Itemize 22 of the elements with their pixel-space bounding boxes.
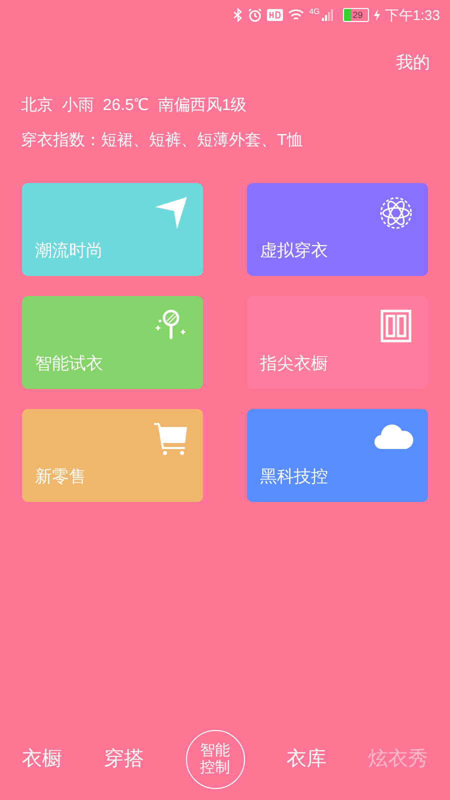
tile-label: 智能试衣 (35, 353, 103, 375)
tile-label: 潮流时尚 (35, 240, 103, 262)
weather-text: 北京 小雨 26.5℃ 南偏西风1级 (21, 96, 248, 116)
nav-tab[interactable]: 衣橱 (22, 744, 62, 774)
feature-tile[interactable]: 智能试衣 (22, 296, 203, 388)
feature-tile[interactable]: 虚拟穿衣 (247, 182, 428, 276)
battery-level: 29 (352, 10, 363, 20)
profile-link[interactable]: 我的 (396, 50, 430, 76)
tile-label: 指尖衣橱 (260, 353, 328, 375)
tile-label: 虚拟穿衣 (260, 240, 328, 262)
feature-tile[interactable]: 潮流时尚 (22, 182, 203, 276)
tile-label: 黑科技控 (260, 466, 328, 488)
feature-tile[interactable]: 黑科技控 (247, 408, 428, 502)
nav-tab[interactable]: 穿搭 (104, 744, 144, 774)
smart-control-button[interactable]: 智能控制 (186, 730, 244, 788)
nav-tab[interactable]: 衣库 (286, 744, 326, 774)
feature-tile[interactable]: 指尖衣橱 (247, 296, 428, 388)
feature-tile[interactable]: 新零售 (22, 408, 203, 502)
clock-time: 下午1:33 (384, 6, 440, 24)
dress-index-text: 穿衣指数：短裙、短裤、短薄外套、T恤 (21, 130, 304, 150)
tile-label: 新零售 (35, 466, 86, 488)
network-type: 4G (309, 6, 320, 18)
